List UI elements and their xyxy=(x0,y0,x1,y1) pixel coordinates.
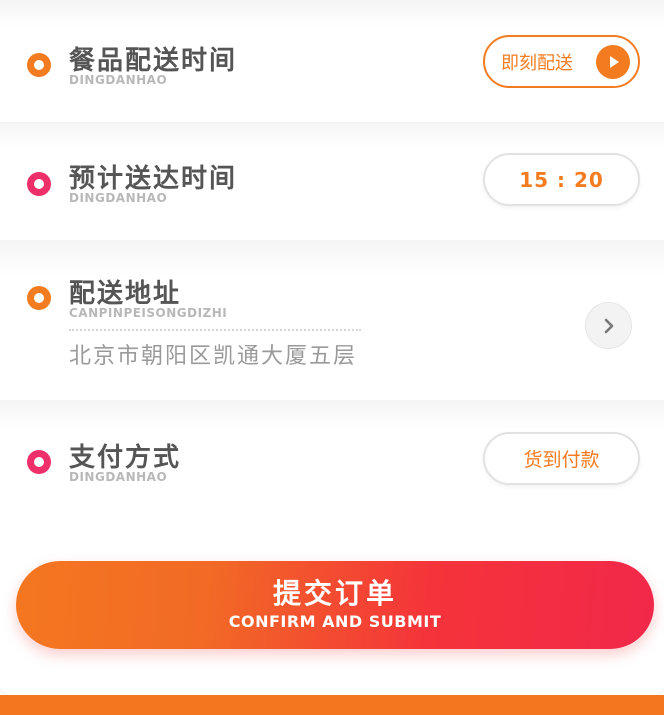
delivery-time-subtitle: DINGDANHAO xyxy=(69,73,168,87)
delivery-time-section: 餐品配送时间 DINGDANHAO 即刻配送 xyxy=(0,0,664,122)
address-section: 配送地址 CANPINPEISONGDIZHI xyxy=(0,240,664,400)
bullet-dot-icon xyxy=(27,53,51,77)
order-form-card: 餐品配送时间 DINGDANHAO 即刻配送 预计送达时间 DINGDANHAO… xyxy=(0,0,664,695)
payment-method-selector[interactable]: 货到付款 xyxy=(483,432,640,485)
deliver-now-button[interactable]: 即刻配送 xyxy=(483,35,640,88)
address-title: 配送地址 xyxy=(69,279,182,309)
chevron-right-icon xyxy=(604,318,613,333)
play-icon xyxy=(596,45,630,79)
bullet-dot-icon xyxy=(27,172,51,196)
bottom-accent-bar xyxy=(0,695,664,715)
arrival-time-title: 预计送达时间 xyxy=(69,164,238,194)
bullet-dot-icon xyxy=(27,286,51,310)
arrival-time-value: 15 : 20 xyxy=(519,167,604,192)
delivery-time-title: 餐品配送时间 xyxy=(69,46,238,76)
payment-subtitle: DINGDANHAO xyxy=(69,470,168,484)
address-select-button[interactable] xyxy=(585,302,632,349)
arrival-time-picker[interactable]: 15 : 20 xyxy=(483,153,640,206)
submit-label-cn: 提交订单 xyxy=(272,577,397,610)
submit-label-en: CONFIRM AND SUBMIT xyxy=(228,612,442,631)
payment-method-value: 货到付款 xyxy=(523,449,600,471)
bullet-dot-icon xyxy=(27,450,51,474)
arrival-time-subtitle: DINGDANHAO xyxy=(69,191,168,205)
payment-title: 支付方式 xyxy=(69,443,182,473)
address-value[interactable]: 北京市朝阳区凯通大厦五层 xyxy=(69,338,357,370)
submit-order-button[interactable]: 提交订单 CONFIRM AND SUBMIT xyxy=(16,561,654,649)
arrival-time-section: 预计送达时间 DINGDANHAO 15 : 20 xyxy=(0,122,664,240)
address-subtitle: CANPINPEISONGDIZHI xyxy=(69,306,228,320)
deliver-now-label: 即刻配送 xyxy=(501,52,573,74)
payment-section: 支付方式 DINGDANHAO 货到付款 xyxy=(0,400,664,530)
address-divider xyxy=(69,329,361,331)
